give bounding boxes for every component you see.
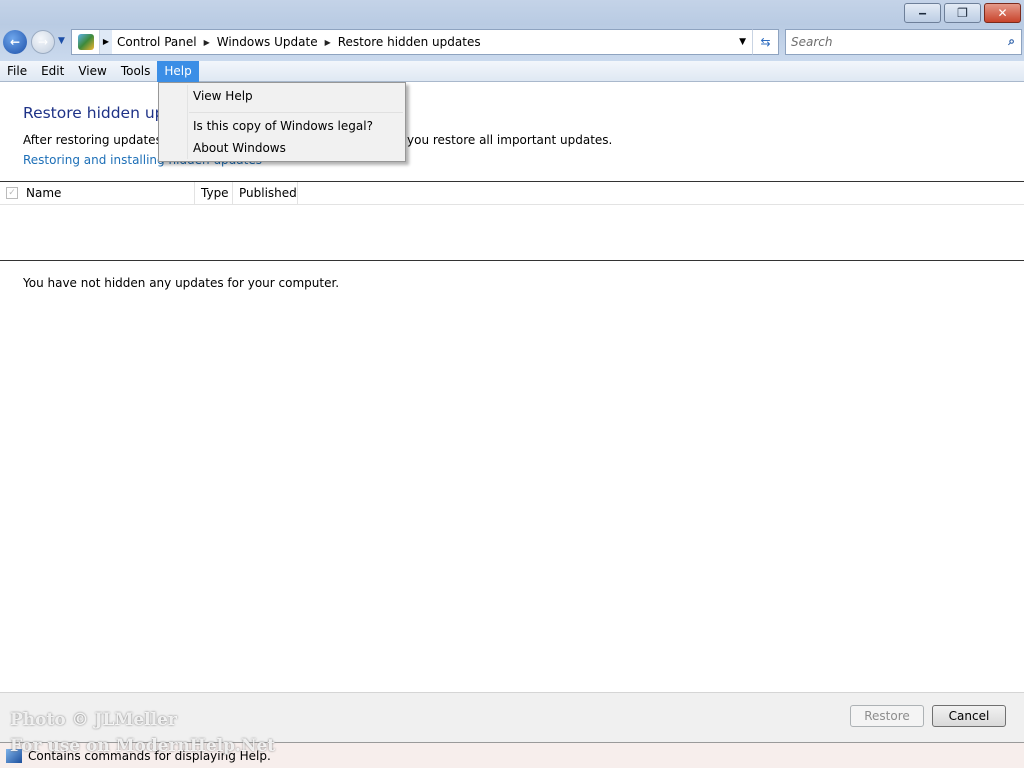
menu-bar: File Edit View Tools Help	[0, 61, 1024, 82]
column-published[interactable]: Published	[233, 182, 298, 204]
watermark-line-1: Photo © JLMeller	[10, 710, 177, 730]
crumb-restore-hidden[interactable]: Restore hidden updates	[333, 35, 486, 49]
chevron-right-icon[interactable]: ▶	[323, 38, 333, 47]
watermark-line-2: For use on ModernHelp.Net	[10, 736, 276, 756]
forward-arrow-icon: →	[37, 35, 49, 49]
chevron-right-icon[interactable]: ▶	[202, 38, 212, 47]
title-bar: ‒ ❐ ✕ ← → ▼ ▶ Control Panel ▶ Windows Upd…	[0, 0, 1024, 62]
menu-tools[interactable]: Tools	[114, 61, 158, 82]
menu-view[interactable]: View	[71, 61, 113, 82]
menu-separator	[189, 112, 403, 113]
search-input[interactable]: Search ⌕	[785, 29, 1022, 55]
refresh-icon: ⇆	[760, 35, 771, 49]
menu-item-about-windows[interactable]: About Windows	[193, 141, 286, 155]
divider	[0, 260, 1024, 261]
back-arrow-icon: ←	[9, 35, 21, 49]
updates-list-header: ✓ Name Type Published	[0, 181, 1024, 205]
breadcrumb-chevron-icon[interactable]: ▶	[100, 30, 112, 54]
crumb-windows-update[interactable]: Windows Update	[212, 35, 323, 49]
minimize-button[interactable]: ‒	[904, 3, 941, 23]
search-placeholder: Search	[791, 35, 833, 49]
description-text-end: you restore all important updates.	[407, 133, 613, 147]
search-icon[interactable]: ⌕	[1008, 34, 1015, 49]
refresh-button[interactable]: ⇆	[752, 29, 779, 55]
close-button[interactable]: ✕	[984, 3, 1021, 23]
forward-button[interactable]: →	[31, 30, 55, 54]
menu-item-windows-legal[interactable]: Is this copy of Windows legal?	[193, 119, 373, 133]
menu-edit[interactable]: Edit	[34, 61, 71, 82]
control-panel-icon	[72, 30, 100, 54]
restore-window-button[interactable]: ❐	[944, 3, 981, 23]
help-menu-dropdown: View Help Is this copy of Windows legal?…	[158, 82, 406, 162]
restore-button[interactable]: Restore	[850, 705, 924, 727]
crumb-control-panel[interactable]: Control Panel	[112, 35, 202, 49]
address-bar[interactable]: ▶ Control Panel ▶ Windows Update ▶ Restore…	[71, 29, 779, 55]
recent-pages-icon[interactable]: ▼	[58, 36, 65, 46]
column-name[interactable]: Name	[24, 182, 195, 204]
cancel-button[interactable]: Cancel	[932, 705, 1006, 727]
description-text-start: After restoring updates, y	[23, 133, 177, 147]
menu-help[interactable]: Help	[157, 61, 199, 82]
menu-file[interactable]: File	[0, 61, 34, 82]
breadcrumb: Control Panel ▶ Windows Update ▶ Restore h…	[112, 35, 486, 49]
main-content: Restore hidden updates After restoring u…	[0, 82, 1024, 692]
back-button[interactable]: ←	[3, 30, 27, 54]
address-dropdown-icon[interactable]: ▼	[739, 37, 746, 47]
select-all-checkbox[interactable]: ✓	[6, 187, 18, 199]
menu-item-view-help[interactable]: View Help	[193, 89, 253, 103]
column-type[interactable]: Type	[195, 182, 233, 204]
empty-message: You have not hidden any updates for your…	[23, 276, 340, 290]
